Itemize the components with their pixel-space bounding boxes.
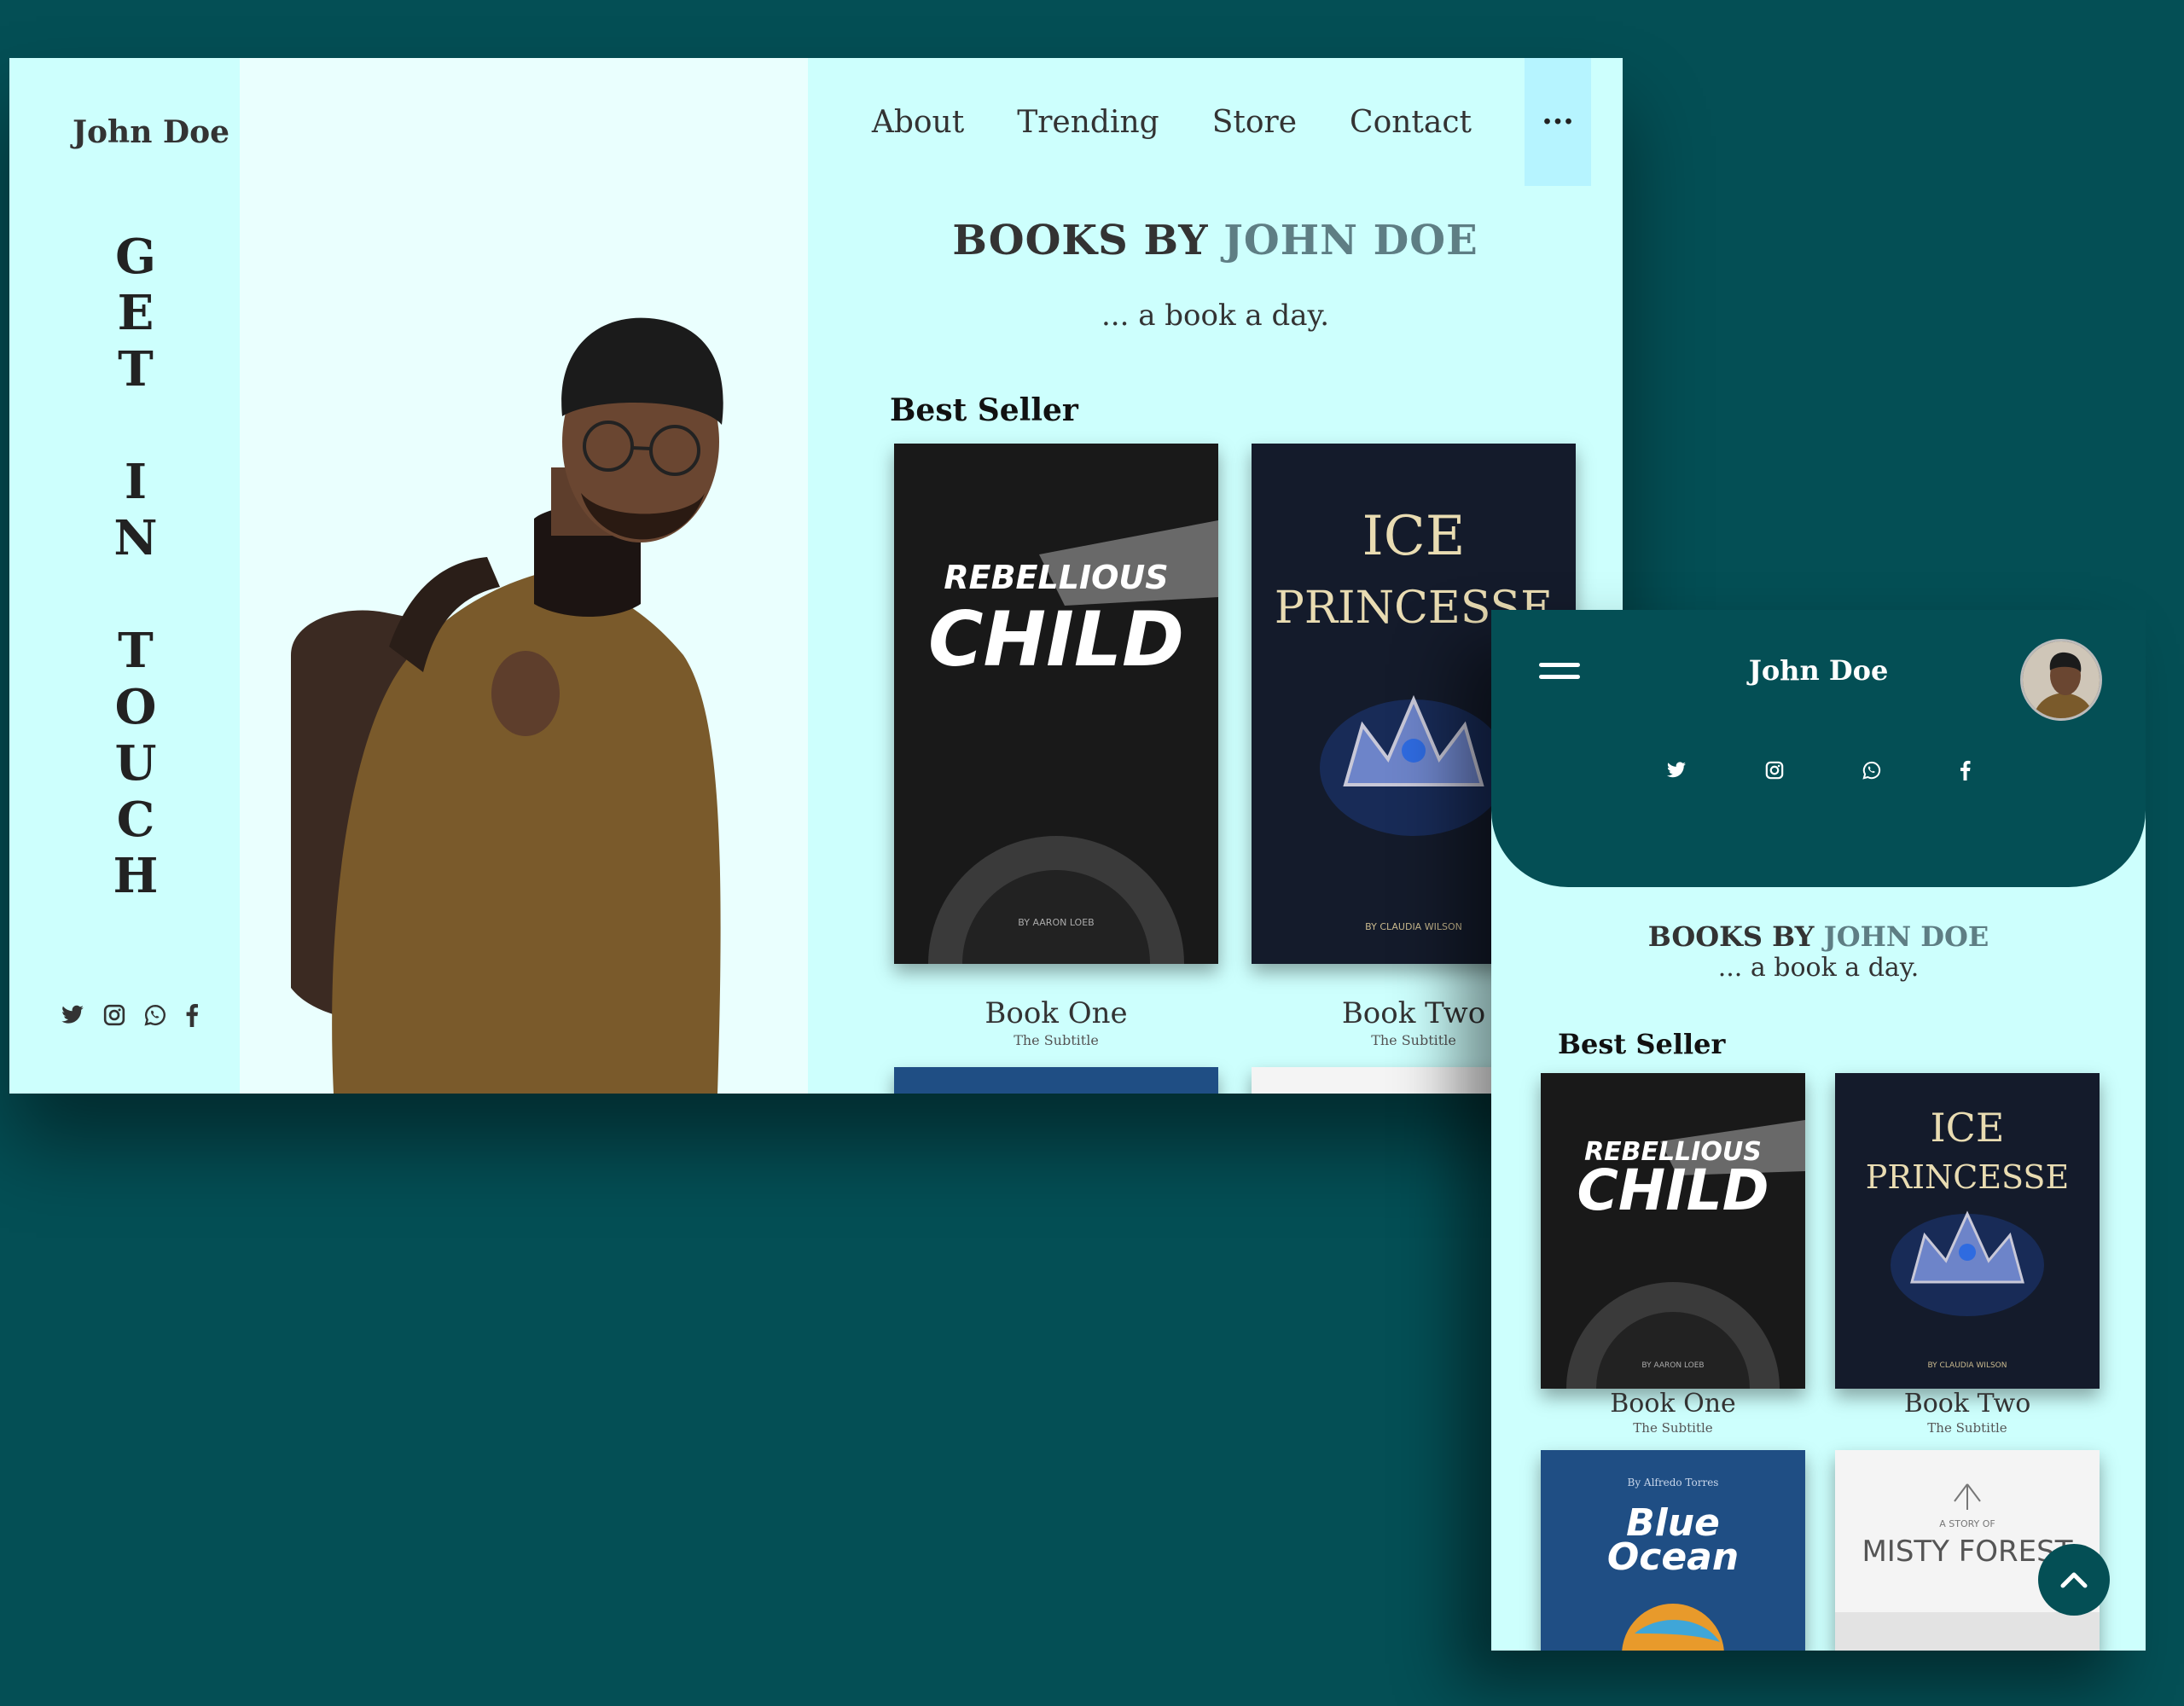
facebook-icon[interactable] — [1960, 760, 1971, 780]
cta-letter: G — [115, 229, 156, 285]
cover-author: A STORY OF — [1939, 1518, 1995, 1529]
cta-letter: E — [117, 285, 154, 341]
mobile-header: John Doe — [1491, 610, 2146, 887]
cta-letter: U — [114, 735, 157, 792]
cover-author: BY AARON LOEB — [1641, 1361, 1704, 1370]
cover-line1: ICE — [1931, 1105, 2005, 1151]
facebook-icon[interactable] — [185, 1003, 199, 1027]
twitter-icon[interactable] — [1666, 760, 1687, 780]
tagline: ... a book a day. — [1101, 299, 1330, 333]
nav-contact[interactable]: Contact — [1350, 105, 1472, 140]
book-title[interactable]: Book One — [894, 996, 1218, 1030]
cover-author: BY CLAUDIA WILSON — [1928, 1361, 2007, 1370]
cover-author: BY AARON LOEB — [1018, 917, 1094, 928]
cta-letter: O — [114, 679, 157, 735]
book-subtitle: The Subtitle — [1927, 1420, 2007, 1436]
page-title: BOOKS BY JOHN DOE — [1491, 920, 2146, 953]
book-cover-rebellious-child[interactable]: REBELLIOUS CHILD BY AARON LOEB — [1541, 1073, 1805, 1389]
more-menu-button[interactable]: ··· — [1525, 58, 1591, 186]
cover-line2: CHILD — [928, 595, 1184, 683]
instagram-icon[interactable] — [1765, 760, 1784, 780]
cta-letter — [110, 397, 161, 454]
social-links — [61, 1003, 199, 1027]
book-title[interactable]: Book One — [1541, 1389, 1805, 1419]
book-cover-rebellious-child[interactable]: REBELLIOUS CHILD BY AARON LOEB — [894, 444, 1218, 964]
twitter-icon[interactable] — [61, 1003, 84, 1027]
chevron-up-icon — [2059, 1570, 2088, 1589]
cover-line2: Ocean — [1607, 1535, 1739, 1579]
cta-letter: T — [118, 623, 154, 679]
instagram-icon[interactable] — [103, 1003, 125, 1027]
top-nav: About Trending Store Contact ··· — [872, 58, 1591, 186]
sidebar: John Doe G E T I N T O U C H — [9, 58, 240, 1094]
cover-line2: PRINCESSE — [1866, 1158, 2069, 1196]
title-prefix: BOOKS BY — [1647, 920, 1824, 953]
mobile-preview: John Doe BOOKS BY JOHN DOE ... a book a … — [1491, 610, 2146, 1651]
cta-letter — [110, 566, 161, 623]
author-photo — [240, 58, 808, 1094]
section-title: Best Seller — [890, 392, 1078, 428]
cta-letter: I — [124, 454, 148, 510]
cta-letter: C — [116, 792, 155, 848]
avatar[interactable] — [2020, 639, 2102, 721]
section-title: Best Seller — [1558, 1028, 1726, 1060]
tagline: ... a book a day. — [1717, 953, 1920, 983]
cta-letter: H — [113, 848, 159, 904]
title-accent: JOHN DOE — [1823, 920, 1989, 953]
whatsapp-icon[interactable] — [144, 1003, 166, 1027]
desktop-preview: John Doe G E T I N T O U C H About Trend… — [9, 58, 1623, 1094]
cover-line1: REBELLIOUS — [944, 559, 1168, 596]
nav-about[interactable]: About — [872, 105, 964, 140]
whatsapp-icon[interactable] — [1862, 760, 1881, 780]
cover-line1: ICE — [1362, 505, 1466, 568]
book-subtitle: The Subtitle — [1633, 1420, 1713, 1436]
social-links — [1491, 760, 2146, 780]
cover-line2: CHILD — [1577, 1158, 1769, 1223]
cover-author: By Alfredo Torres — [1628, 1477, 1719, 1488]
brand-name[interactable]: John Doe — [73, 114, 229, 150]
nav-store[interactable]: Store — [1212, 105, 1297, 140]
book-cover-partial[interactable] — [894, 1067, 1218, 1094]
scroll-to-top-button[interactable] — [2038, 1544, 2110, 1616]
book-title[interactable]: Book Two — [1835, 1389, 2100, 1419]
title-prefix: BOOKS BY — [952, 217, 1224, 264]
book-cover-blue-ocean[interactable]: By Alfredo Torres Blue Ocean — [1541, 1450, 1805, 1651]
cover-author: BY CLAUDIA WILSON — [1365, 921, 1462, 932]
cta-letter: N — [113, 510, 158, 566]
nav-trending[interactable]: Trending — [1017, 105, 1159, 140]
get-in-touch-vertical[interactable]: G E T I N T O U C H — [110, 229, 161, 904]
title-accent: JOHN DOE — [1223, 217, 1478, 264]
page-title: BOOKS BY JOHN DOE — [808, 217, 1623, 264]
cta-letter: T — [118, 341, 154, 397]
book-cover-ice-princesse[interactable]: ICE PRINCESSE BY CLAUDIA WILSON — [1835, 1073, 2100, 1389]
book-subtitle: The Subtitle — [1014, 1032, 1099, 1048]
